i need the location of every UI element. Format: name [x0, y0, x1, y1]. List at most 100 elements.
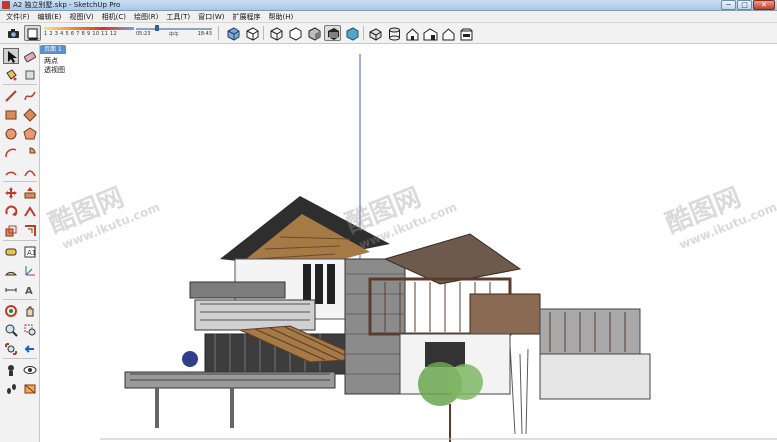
dimension-icon[interactable] [3, 282, 19, 298]
main-toolbar: 1 2 3 4 5 6 7 8 9 10 11 12 05:23 中午 18:4… [0, 23, 777, 44]
shaded-style-icon[interactable] [305, 25, 322, 41]
svg-text:A: A [25, 286, 33, 297]
move-icon[interactable] [3, 185, 19, 201]
menu-camera[interactable]: 相机(C) [98, 11, 130, 23]
walk-icon[interactable] [3, 381, 19, 397]
shaded-textures-style-icon[interactable] [324, 25, 341, 41]
eraser-alt-icon[interactable] [22, 67, 38, 83]
time-labels: 05:23 中午 18:43 [136, 31, 212, 38]
rectangle-icon[interactable] [3, 107, 19, 123]
pan-icon[interactable] [22, 303, 38, 319]
section-plane-icon[interactable] [22, 381, 38, 397]
xray-style-icon[interactable] [224, 25, 241, 41]
monochrome-style-icon[interactable] [343, 25, 360, 41]
menu-file[interactable]: 文件(F) [2, 11, 34, 23]
3d-text-icon[interactable]: A [22, 282, 38, 298]
menu-bar: 文件(F) 编辑(E) 视图(V) 相机(C) 绘图(R) 工具(T) 窗口(W… [0, 11, 777, 23]
polygon-icon[interactable] [22, 126, 38, 142]
rotate-icon[interactable] [3, 204, 19, 220]
sketchup-window: A2 独立别墅.skp - SketchUp Pro ─ □ ✕ 文件(F) 编… [0, 0, 777, 442]
month-slider[interactable] [44, 27, 134, 30]
palette-separator [3, 240, 37, 241]
palette-separator [3, 84, 37, 85]
palette-separator [3, 181, 37, 182]
look-around-icon[interactable] [22, 362, 38, 378]
villa-model-render [100, 54, 777, 442]
circle-icon[interactable] [3, 126, 19, 142]
left-view-icon[interactable] [457, 25, 474, 41]
follow-me-icon[interactable] [22, 204, 38, 220]
text-icon[interactable]: A1 [22, 244, 38, 260]
tree-canopy [447, 364, 483, 400]
zoom-extents-icon[interactable] [3, 341, 19, 357]
pie-icon[interactable] [22, 145, 38, 161]
wireframe-style-icon[interactable] [267, 25, 284, 41]
tall-window [303, 264, 311, 304]
scene-tab-page-1[interactable]: 页面 1 [40, 45, 66, 54]
terrace-column [155, 388, 159, 428]
menu-help[interactable]: 帮助(H) [264, 11, 297, 23]
menu-view[interactable]: 视图(V) [65, 11, 97, 23]
back-edges-style-icon[interactable] [243, 25, 260, 41]
shadow-settings-panel: 1 2 3 4 5 6 7 8 9 10 11 12 05:23 中午 18:4… [44, 25, 214, 42]
tall-window [327, 264, 335, 304]
front-view-icon[interactable] [403, 25, 420, 41]
two-point-arc-icon[interactable] [3, 164, 19, 180]
top-view-icon[interactable] [385, 25, 402, 41]
tape-measure-icon[interactable] [3, 244, 19, 260]
svg-text:A1: A1 [27, 249, 36, 257]
line-icon[interactable] [3, 88, 19, 104]
orbit-icon[interactable] [3, 303, 19, 319]
freehand-icon[interactable] [22, 88, 38, 104]
tall-window [315, 264, 323, 304]
menu-tools[interactable]: 工具(T) [162, 11, 194, 23]
time-end-label: 18:43 [197, 31, 212, 37]
iso-view-icon[interactable] [366, 25, 383, 41]
menu-edit[interactable]: 编辑(E) [34, 11, 66, 23]
protractor-icon[interactable] [3, 263, 19, 279]
tool-palette: A1 A [0, 44, 40, 442]
scale-icon[interactable] [3, 223, 19, 239]
sketchup-logo-icon [2, 1, 10, 9]
select-icon[interactable] [3, 48, 19, 64]
maximize-button[interactable]: □ [737, 0, 752, 10]
previous-view-icon[interactable] [22, 341, 38, 357]
rotated-rectangle-icon[interactable] [22, 107, 38, 123]
position-camera-icon[interactable] [3, 362, 19, 378]
time-noon-label: 中午 [168, 32, 179, 38]
umbrella [182, 351, 198, 367]
far-lower-block [539, 353, 651, 400]
offset-icon[interactable] [22, 223, 38, 239]
zoom-window-icon[interactable] [22, 322, 38, 338]
menu-window[interactable]: 窗口(W) [194, 11, 228, 23]
axes-icon[interactable] [22, 263, 38, 279]
time-start-label: 05:23 [136, 31, 151, 37]
menu-draw[interactable]: 绘图(R) [130, 11, 162, 23]
right-view-icon[interactable] [421, 25, 438, 41]
push-pull-icon[interactable] [22, 185, 38, 201]
arc-icon[interactable] [3, 145, 19, 161]
title-bar: A2 独立别墅.skp - SketchUp Pro ─ □ ✕ [0, 0, 777, 11]
camera-icon[interactable] [5, 25, 22, 41]
time-slider[interactable] [136, 28, 212, 30]
three-point-arc-icon[interactable] [22, 164, 38, 180]
close-button[interactable]: ✕ [753, 0, 775, 10]
shadow-toggle-icon[interactable] [24, 25, 41, 41]
back-view-icon[interactable] [439, 25, 456, 41]
upper-balcony [189, 281, 286, 299]
minimize-button[interactable]: ─ [721, 0, 736, 10]
month-labels: 1 2 3 4 5 6 7 8 9 10 11 12 [44, 31, 117, 37]
palette-separator [3, 358, 37, 359]
bamboo-stems [509, 343, 529, 435]
drawing-viewport[interactable]: 两点 透视图 酷图网 www.ikutu.com 酷图网 www.ikutu.c… [40, 54, 777, 442]
toolbar-separator [363, 26, 364, 40]
terrace-column [230, 388, 234, 428]
hidden-line-style-icon[interactable] [286, 25, 303, 41]
palette-separator [3, 299, 37, 300]
menu-extensions[interactable]: 扩展程序 [228, 11, 264, 23]
eraser-icon[interactable] [22, 48, 38, 64]
paint-bucket-icon[interactable] [3, 67, 19, 83]
toolbar-separator [263, 26, 264, 40]
toolbar-separator [218, 26, 219, 40]
zoom-icon[interactable] [3, 322, 19, 338]
